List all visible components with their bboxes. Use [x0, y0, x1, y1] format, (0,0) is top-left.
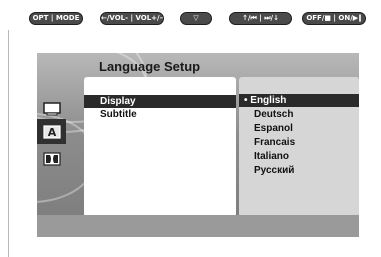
option-english[interactable]: • English [239, 94, 359, 107]
menu-item-display[interactable]: Display [84, 95, 236, 108]
left-divider-line [8, 30, 9, 257]
settings-menu: Display Subtitle [84, 77, 236, 217]
language-options: • English Deutsch Espanol Francais Itali… [239, 77, 359, 217]
option-italiano[interactable]: Italiano [239, 150, 359, 163]
up-skip-key[interactable]: ↑/⏮ | ⏭/↓ [229, 12, 292, 25]
option-russian[interactable]: Русский [239, 164, 359, 177]
svg-text:A: A [47, 126, 56, 139]
option-espanol[interactable]: Espanol [239, 122, 359, 135]
remote-key-strip: OPT | MODE ←/VOL- | VOL+/→ ▽ ↑/⏮ | ⏭/↓ O… [0, 0, 381, 30]
osd-screen: Language Setup A Display Subtitle • Engl… [37, 53, 359, 237]
down-key[interactable]: ▽ [180, 12, 212, 25]
dolby-audio-icon[interactable] [37, 146, 66, 171]
opt-mode-key[interactable]: OPT | MODE [29, 12, 83, 25]
option-francais[interactable]: Francais [239, 136, 359, 149]
language-a-icon[interactable]: A [37, 119, 66, 144]
menu-item-subtitle[interactable]: Subtitle [84, 108, 236, 121]
volume-key[interactable]: ←/VOL- | VOL+/→ [100, 12, 164, 25]
power-play-key[interactable]: OFF/■ | ON/▶‖ [302, 12, 366, 25]
option-deutsch[interactable]: Deutsch [239, 108, 359, 121]
monitor-icon[interactable] [37, 96, 66, 121]
page-title: Language Setup [99, 59, 201, 74]
bottom-bar [37, 215, 359, 237]
